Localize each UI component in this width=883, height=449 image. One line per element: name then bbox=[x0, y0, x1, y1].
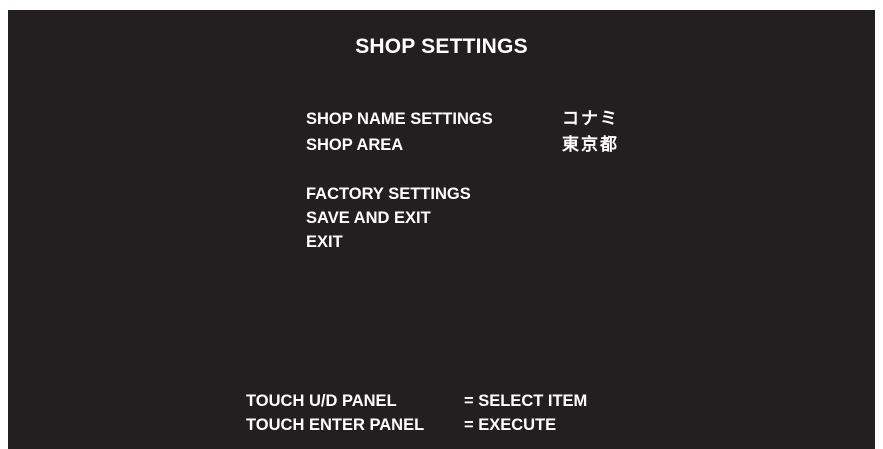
page-title: SHOP SETTINGS bbox=[355, 35, 528, 58]
menu-item-shop-area[interactable]: SHOP AREA bbox=[306, 135, 403, 155]
instruction-key-enter-panel: TOUCH ENTER PANEL bbox=[246, 416, 425, 434]
instruction-key-ud-panel: TOUCH U/D PANEL bbox=[246, 392, 397, 410]
shop-area-value: 東京都 bbox=[562, 135, 619, 155]
menu-item-exit[interactable]: EXIT bbox=[306, 232, 343, 252]
shop-name-value: コナミ bbox=[562, 109, 619, 129]
menu-item-factory-settings[interactable]: FACTORY SETTINGS bbox=[306, 184, 471, 204]
settings-screen: SHOP SETTINGS SHOP NAME SETTINGS コナミ SHO… bbox=[8, 10, 875, 449]
instruction-action-select-item: = SELECT ITEM bbox=[464, 392, 588, 410]
menu-item-save-and-exit[interactable]: SAVE AND EXIT bbox=[306, 208, 431, 228]
menu-item-shop-name-settings[interactable]: SHOP NAME SETTINGS bbox=[306, 109, 493, 129]
instruction-action-execute: = EXECUTE bbox=[464, 416, 557, 434]
